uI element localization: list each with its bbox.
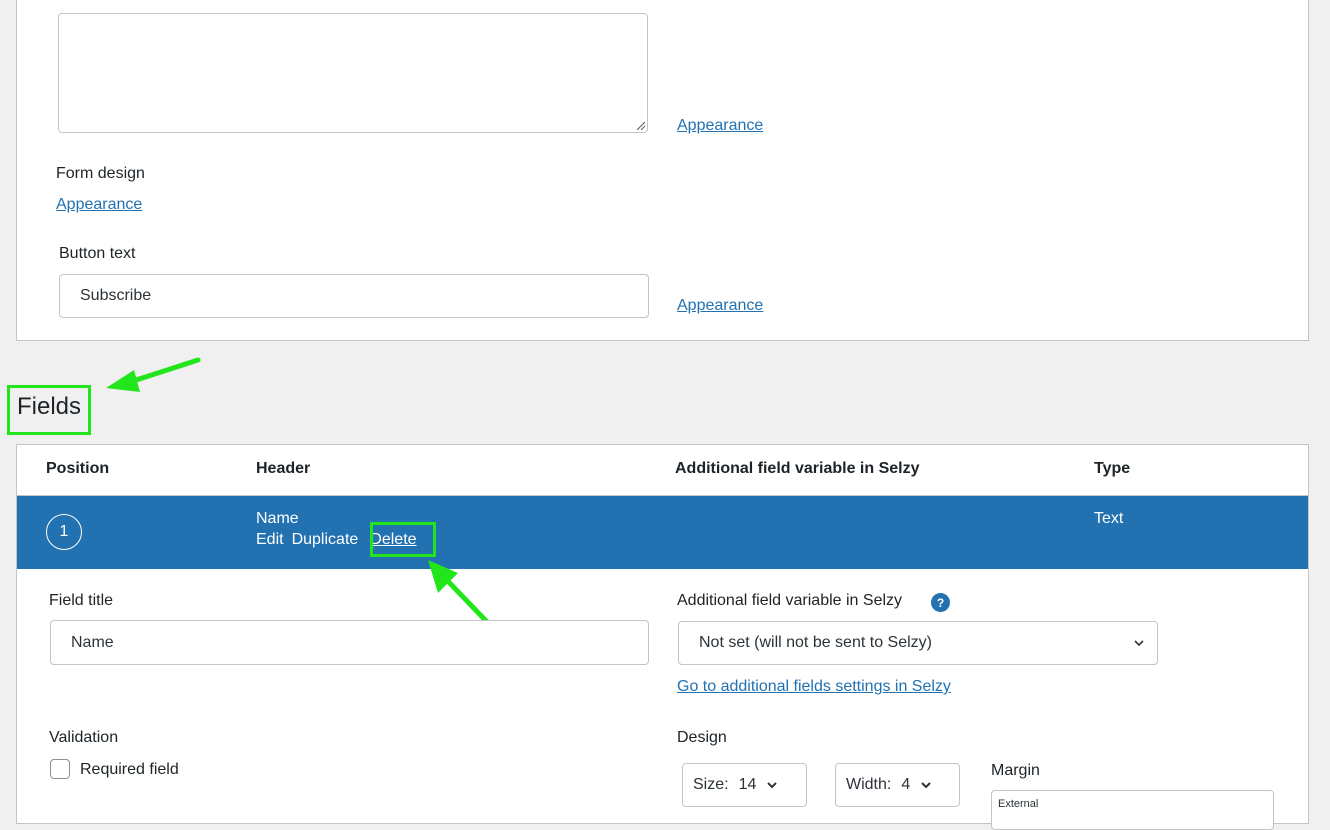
variable-select-value: Not set (will not be sent to Selzy) [699,634,932,651]
selzy-fields-settings-link[interactable]: Go to additional fields settings in Selz… [677,678,951,696]
table-row[interactable] [17,495,1308,569]
size-label: Size: [693,776,729,793]
field-title-input[interactable]: Name [50,620,649,665]
form-design-label: Form design [56,165,145,182]
margin-label: Margin [991,762,1040,779]
button-text-input[interactable]: Subscribe [59,274,649,318]
validation-label: Validation [49,729,119,746]
variable-label: Additional field variable in Selzy [677,592,903,609]
margin-input[interactable]: External [991,790,1274,830]
column-header-type: Type [1094,460,1131,477]
description-textarea[interactable] [58,13,648,133]
chevron-down-icon [767,782,778,789]
column-header-position: Position [46,460,110,477]
size-value: 14 [738,776,757,793]
chevron-down-icon [1134,640,1144,647]
resize-grip-icon[interactable] [635,120,645,130]
edit-link[interactable]: Edit [256,531,284,549]
button-text-label: Button text [59,245,136,262]
column-header-header: Header [256,460,311,477]
delete-highlight [370,522,436,557]
variable-select[interactable]: Not set (will not be sent to Selzy) [678,621,1158,665]
design-label: Design [677,729,727,746]
help-icon[interactable]: ? [931,593,950,612]
position-badge: 1 [46,514,82,550]
textarea-appearance-link[interactable]: Appearance [677,117,763,135]
form-design-appearance-link[interactable]: Appearance [56,196,142,214]
width-select[interactable]: Width: 4 [835,763,960,807]
column-header-variable: Additional field variable in Selzy [675,460,920,477]
width-value: 4 [901,776,911,793]
width-label: Width: [846,776,892,793]
field-title-value: Name [71,633,114,651]
chevron-down-icon [921,782,931,789]
required-field-label[interactable]: Required field [80,761,179,779]
size-select[interactable]: Size: 14 [682,763,807,807]
required-field-checkbox[interactable] [50,759,70,779]
button-text-value: Subscribe [80,287,152,304]
button-appearance-link[interactable]: Appearance [677,297,763,315]
field-title-label: Field title [49,592,114,609]
row-header-name: Name [256,510,299,527]
row-type: Text [1094,510,1124,527]
margin-value: External [998,798,1039,810]
fields-heading-highlight [7,385,91,435]
duplicate-link[interactable]: Duplicate [292,531,359,549]
annotation-arrow-fields [106,357,201,392]
